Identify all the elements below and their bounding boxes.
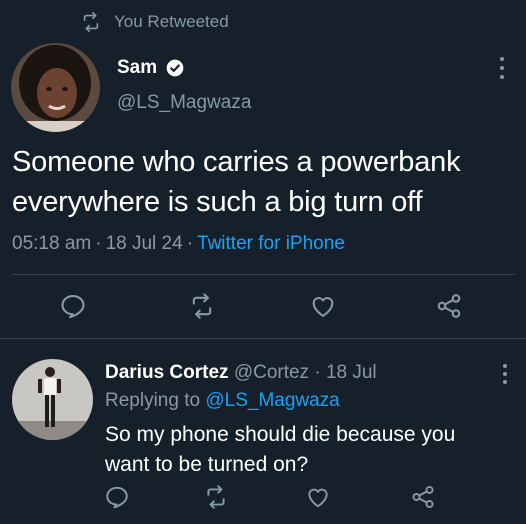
reply-button[interactable] — [59, 292, 87, 320]
reply-actions — [0, 484, 526, 512]
avatar-image — [11, 43, 100, 132]
share-icon — [437, 294, 461, 318]
replying-to: Replying to @LS_Magwaza — [105, 390, 340, 412]
retweet-banner: You Retweeted — [80, 10, 229, 34]
reply-author-name[interactable]: Darius Cortez — [105, 362, 229, 383]
retweet-banner-text: You Retweeted — [114, 12, 229, 31]
heart-icon — [308, 488, 328, 508]
heart-icon — [312, 297, 334, 317]
reply-text-line: So my phone should die because you — [105, 423, 456, 446]
reply-icon — [61, 295, 85, 319]
reply-text-line: want to be turned on? — [105, 453, 309, 476]
tweet-text: Someone who carries a powerbank everywhe… — [12, 142, 517, 222]
like-button[interactable] — [309, 292, 337, 320]
author-avatar[interactable] — [11, 43, 100, 132]
retweet-icon — [192, 293, 212, 319]
retweet-button[interactable] — [188, 292, 216, 320]
reply-more-options-icon[interactable] — [496, 362, 514, 386]
reply-share-button[interactable] — [410, 484, 436, 510]
tweet-text-line: Someone who carries a powerbank — [12, 146, 461, 178]
tweet-meta: 05:18 am · 18 Jul 24 · Twitter for iPhone — [12, 233, 345, 255]
author-name-row[interactable]: Sam — [117, 57, 185, 79]
author-handle[interactable]: @LS_Magwaza — [117, 92, 251, 114]
reply-separator: · — [314, 362, 321, 383]
tweet-date: 18 Jul 24 — [105, 233, 183, 254]
meta-separator: · — [95, 233, 102, 254]
tweet-actions — [0, 292, 526, 322]
reply-author-handle[interactable]: @Cortez — [234, 362, 309, 383]
reply-reply-button[interactable] — [104, 484, 130, 510]
tweet-source-link[interactable]: Twitter for iPhone — [197, 233, 345, 254]
reply-header: Darius Cortez @Cortez · 18 Jul — [105, 362, 377, 384]
reply-retweet-button[interactable] — [203, 484, 229, 510]
divider — [0, 338, 526, 339]
reply-like-button[interactable] — [305, 484, 331, 510]
share-button[interactable] — [435, 292, 463, 320]
divider — [12, 274, 515, 275]
reply-icon — [106, 486, 128, 509]
author-name[interactable]: Sam — [117, 57, 157, 79]
reply-author-avatar[interactable] — [12, 359, 93, 440]
reply-date: 18 Jul — [325, 362, 377, 383]
more-options-icon[interactable] — [492, 54, 512, 82]
reply-text: So my phone should die because you want … — [105, 420, 505, 480]
share-icon — [412, 485, 434, 509]
verified-badge-icon — [166, 59, 184, 77]
replying-to-handle[interactable]: @LS_Magwaza — [205, 390, 339, 411]
retweet-icon — [83, 12, 99, 32]
avatar-image — [12, 359, 93, 440]
replying-to-prefix: Replying to — [105, 390, 201, 411]
tweet-time: 05:18 am — [12, 233, 92, 254]
retweet-icon — [207, 485, 225, 509]
tweet-text-line: everywhere is such a big turn off — [12, 186, 423, 218]
meta-separator: · — [186, 233, 194, 254]
